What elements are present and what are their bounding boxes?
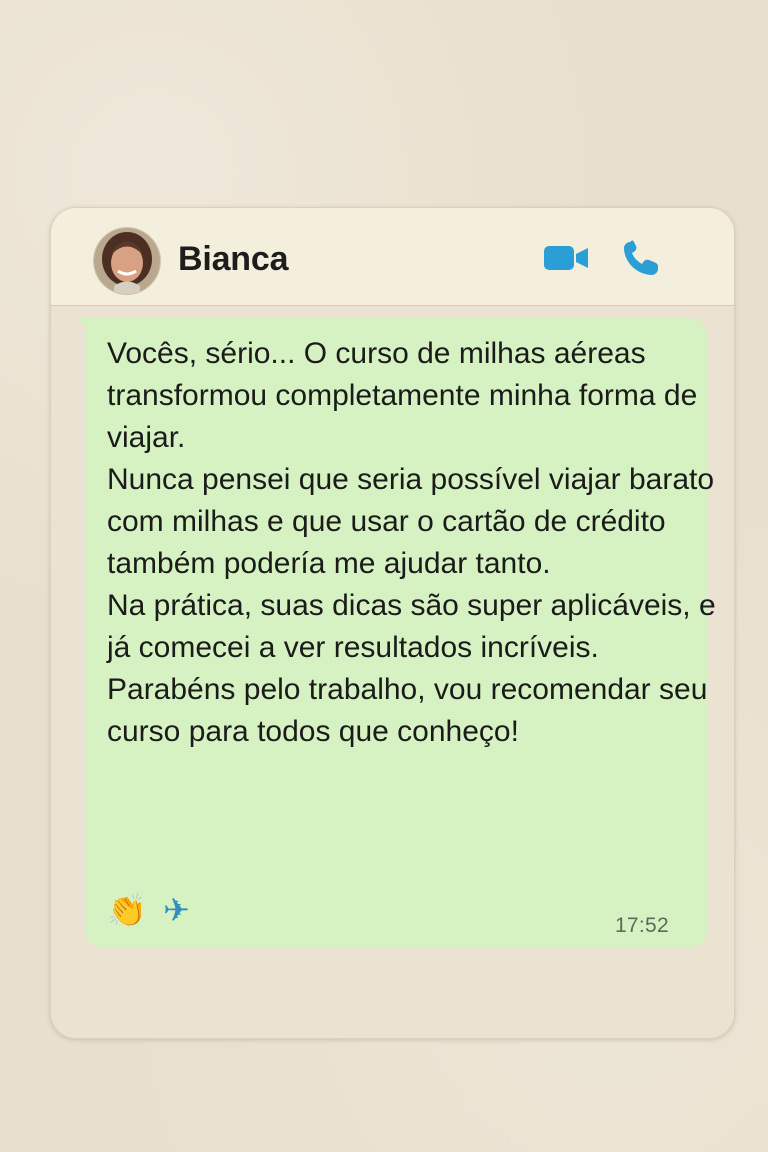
message-paragraph: Nunca pensei que seria possível viajar b…	[107, 463, 715, 580]
message-paragraph: Vocês, sério... O curso de milhas aéreas…	[107, 337, 698, 454]
message-text: Vocês, sério... O curso de milhas aéreas…	[107, 333, 717, 753]
chat-header: Bianca	[51, 208, 734, 306]
clapping-hands-icon: 👏	[107, 891, 147, 929]
video-call-icon[interactable]	[543, 244, 589, 272]
message-bubble[interactable]: Vocês, sério... O curso de milhas aéreas…	[86, 318, 716, 948]
avatar-image	[94, 228, 160, 294]
emoji-row: 👏 ✈	[107, 890, 196, 930]
message-paragraph: Na prática, suas dicas são super aplicáv…	[107, 589, 716, 664]
contact-avatar[interactable]	[94, 228, 160, 294]
message-time: 17:52	[614, 914, 669, 937]
airplane-icon: ✈	[163, 891, 190, 929]
chat-card: Bianca Vocês, sério... O curso de milhas…	[50, 207, 735, 1039]
contact-name: Bianca	[178, 240, 289, 278]
message-paragraph: Parabéns pelo trabalho, vou recomendar s…	[107, 673, 708, 748]
phone-call-icon[interactable]	[621, 240, 661, 278]
